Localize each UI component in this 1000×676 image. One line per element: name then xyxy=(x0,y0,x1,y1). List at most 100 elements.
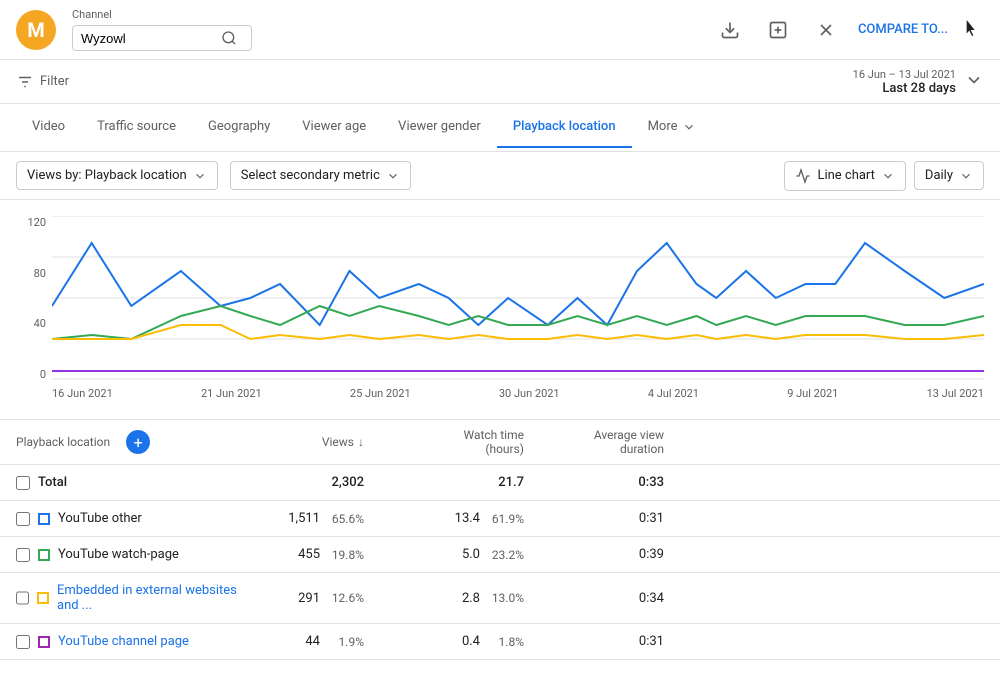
yt-watch-label: YouTube watch-page xyxy=(58,547,179,562)
x-label-3: 30 Jun 2021 xyxy=(499,387,560,400)
secondary-metric-label: Select secondary metric xyxy=(241,168,380,183)
header-actions: COMPARE TO... xyxy=(714,14,984,46)
col-header-watch-time: Watch time(hours) xyxy=(380,420,540,465)
tab-geography[interactable]: Geography xyxy=(192,107,286,148)
row-label-yt-other: YouTube other xyxy=(0,501,260,537)
color-indicator-green xyxy=(38,549,50,561)
total-checkbox[interactable] xyxy=(16,476,30,490)
tab-playback-location[interactable]: Playback location xyxy=(497,107,632,148)
chart-controls: Line chart Daily xyxy=(784,161,984,191)
x-label-4: 4 Jul 2021 xyxy=(648,387,699,400)
more-chevron-icon xyxy=(682,120,696,134)
color-indicator-orange xyxy=(37,592,49,604)
yt-watch-avg: 0:39 xyxy=(540,537,680,573)
add-metric-button[interactable]: + xyxy=(126,430,150,454)
filter-label-text: Filter xyxy=(40,74,69,89)
yt-other-empty xyxy=(680,501,1000,537)
chart-type-label: Line chart xyxy=(817,168,874,183)
yt-watch-checkbox[interactable] xyxy=(16,548,30,562)
y-label-120: 120 xyxy=(27,216,46,229)
embedded-checkbox[interactable] xyxy=(16,591,29,605)
total-label: Total xyxy=(0,465,260,501)
y-label-40: 40 xyxy=(34,317,46,330)
yt-other-checkbox[interactable] xyxy=(16,512,30,526)
x-label-5: 9 Jul 2021 xyxy=(787,387,838,400)
yt-channel-link[interactable]: YouTube channel page xyxy=(58,634,189,649)
compare-to-button[interactable]: COMPARE TO... xyxy=(858,22,948,37)
x-label-1: 21 Jun 2021 xyxy=(201,387,262,400)
total-avg-duration: 0:33 xyxy=(540,465,680,501)
granularity-dropdown[interactable]: Daily xyxy=(914,161,984,190)
yt-channel-checkbox[interactable] xyxy=(16,635,30,649)
flag-button[interactable] xyxy=(762,14,794,46)
channel-label: Channel xyxy=(72,8,252,21)
embedded-avg: 0:34 xyxy=(540,573,680,624)
embedded-views: 291 12.6% xyxy=(260,573,380,624)
y-label-0: 0 xyxy=(40,368,46,381)
controls-bar: Views by: Playback location Select secon… xyxy=(0,152,1000,200)
x-label-6: 13 Jul 2021 xyxy=(927,387,984,400)
row-label-embedded: Embedded in external websites and ... xyxy=(0,573,260,624)
cursor-icon xyxy=(964,20,984,40)
total-empty xyxy=(680,465,1000,501)
tab-viewer-age[interactable]: Viewer age xyxy=(286,107,382,148)
tab-more[interactable]: More xyxy=(632,107,712,148)
chart-type-chevron xyxy=(881,169,895,183)
date-section: 16 Jun – 13 Jul 2021 Last 28 days xyxy=(853,68,984,96)
x-label-2: 25 Jun 2021 xyxy=(350,387,411,400)
col-header-empty xyxy=(680,420,1000,465)
total-row-label: Total xyxy=(38,475,67,490)
yt-channel-avg: 0:31 xyxy=(540,624,680,660)
chart-plot: 16 Jun 2021 21 Jun 2021 25 Jun 2021 30 J… xyxy=(52,216,984,401)
data-table: Playback location + Views ↓ Watch time(h… xyxy=(0,420,1000,660)
logo: M xyxy=(16,10,56,50)
secondary-metric-chevron xyxy=(386,169,400,183)
channel-section: Channel xyxy=(72,8,252,51)
embedded-link[interactable]: Embedded in external websites and ... xyxy=(57,583,244,613)
orange-line xyxy=(52,325,984,339)
table-row: YouTube watch-page 455 19.8% 5.0 23.2% 0… xyxy=(0,537,1000,573)
yt-other-avg: 0:31 xyxy=(540,501,680,537)
filter-control[interactable]: Filter xyxy=(16,73,69,91)
col-header-avg-duration: Average viewduration xyxy=(540,420,680,465)
download-button[interactable] xyxy=(714,14,746,46)
secondary-metric-dropdown[interactable]: Select secondary metric xyxy=(230,161,411,190)
table-section: Playback location + Views ↓ Watch time(h… xyxy=(0,420,1000,660)
tab-traffic-source[interactable]: Traffic source xyxy=(81,107,192,148)
sort-arrow: ↓ xyxy=(358,435,364,449)
chart-container: 120 80 40 0 xyxy=(16,216,984,401)
total-views: 2,302 xyxy=(260,465,380,501)
date-info: 16 Jun – 13 Jul 2021 Last 28 days xyxy=(853,68,956,96)
channel-search-input[interactable] xyxy=(81,31,221,46)
embedded-watch-time: 2.8 13.0% xyxy=(380,573,540,624)
close-button[interactable] xyxy=(810,14,842,46)
yt-other-views: 1,511 65.6% xyxy=(260,501,380,537)
channel-search-box xyxy=(72,25,252,51)
chart-type-dropdown[interactable]: Line chart xyxy=(784,161,905,191)
yt-other-watch-time: 13.4 61.9% xyxy=(380,501,540,537)
color-indicator-purple xyxy=(38,636,50,648)
color-indicator-blue xyxy=(38,513,50,525)
line-chart-icon xyxy=(795,168,811,184)
chart-svg xyxy=(52,216,984,381)
table-row: YouTube channel page 44 1.9% 0.4 1.8% 0:… xyxy=(0,624,1000,660)
yt-watch-watch-time: 5.0 23.2% xyxy=(380,537,540,573)
date-period: Last 28 days xyxy=(853,81,956,96)
col-header-views: Views ↓ xyxy=(260,420,380,465)
table-title: Playback location xyxy=(16,435,110,449)
date-dropdown-icon[interactable] xyxy=(964,70,984,94)
granularity-label: Daily xyxy=(925,168,953,183)
row-label-yt-channel: YouTube channel page xyxy=(0,624,260,660)
chart-area: 120 80 40 0 xyxy=(0,200,1000,420)
filter-icon xyxy=(16,73,34,91)
filter-bar: Filter 16 Jun – 13 Jul 2021 Last 28 days xyxy=(0,60,1000,104)
total-row: Total 2,302 21.7 0:33 xyxy=(0,465,1000,501)
header: M Channel COMPARE TO... xyxy=(0,0,1000,60)
y-label-80: 80 xyxy=(34,267,46,280)
tab-viewer-gender[interactable]: Viewer gender xyxy=(382,107,497,148)
granularity-chevron xyxy=(959,169,973,183)
tab-video[interactable]: Video xyxy=(16,107,81,148)
embedded-empty xyxy=(680,573,1000,624)
total-watch-time: 21.7 xyxy=(380,465,540,501)
primary-metric-dropdown[interactable]: Views by: Playback location xyxy=(16,161,218,190)
